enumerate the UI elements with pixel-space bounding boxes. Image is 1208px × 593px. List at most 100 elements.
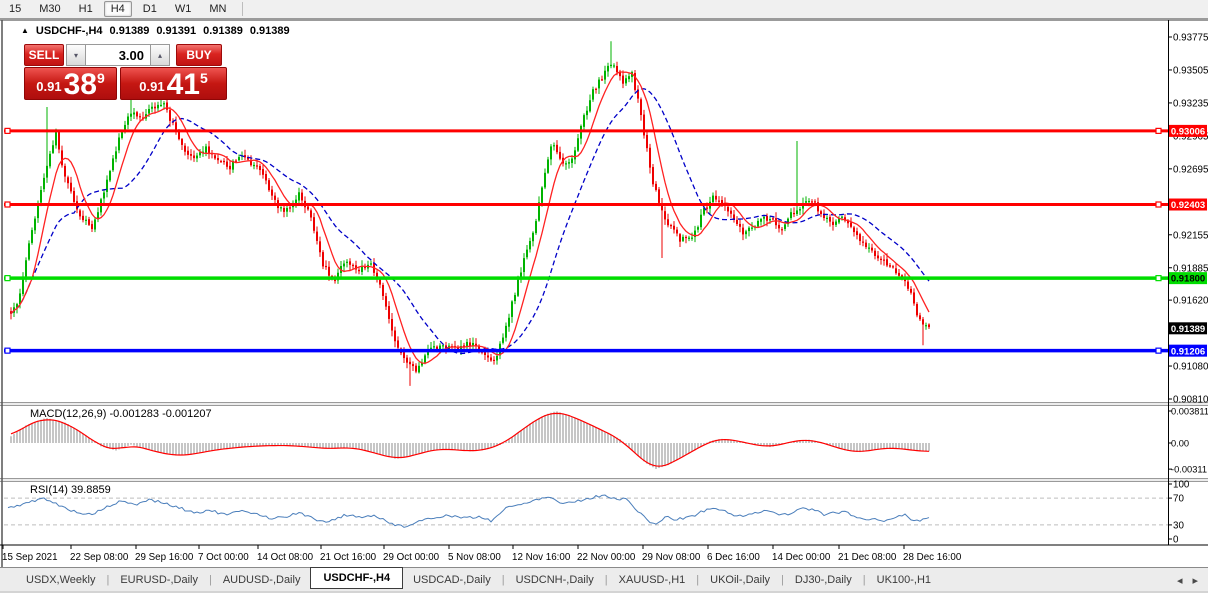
line-handle[interactable] [4,347,11,354]
timeframe-toolbar: 15 M30 H1 H4 D1 W1 MN [0,0,1208,20]
macd-axis-label: -0.00311 [1171,465,1207,475]
rsi-axis-label: 100 [1173,480,1190,491]
chart-background [0,20,1208,567]
tab-usdcnh-daily[interactable]: USDCNH-,Daily [506,571,604,589]
time-axis-label: 28 Dec 16:00 [903,552,962,563]
line-handle[interactable] [1155,127,1162,134]
triangle-down-icon: ▾ [73,50,78,60]
buy-price-big: 41 [166,68,200,101]
toolbar-separator [242,2,244,16]
close-value: 0.91389 [249,25,290,37]
timeframe-d1[interactable]: D1 [136,1,164,17]
volume-increase-button[interactable]: ▴ [150,44,170,66]
rsi-axis-label: 30 [1173,520,1184,531]
time-axis-label: 6 Dec 16:00 [707,552,760,563]
time-axis-label: 29 Sep 16:00 [135,552,194,563]
tab-separator: | [106,573,110,586]
tab-audusd-daily[interactable]: AUDUSD-,Daily [213,571,311,589]
time-axis-label: 14 Dec 00:00 [772,552,831,563]
symbol-period-label: USDCHF-,H4 [35,25,103,37]
low-value: 0.91389 [203,25,243,37]
tab-scroll-left-icon[interactable]: ◂ [1177,574,1183,587]
macd-axis-label: 0.00 [1171,439,1189,449]
volume-input[interactable] [86,44,150,66]
buy-button[interactable]: BUY [176,44,222,66]
mt4-chart-window: { "icons": {"collapse": "▲", "spin_up": … [0,0,1208,593]
tab-separator: | [501,573,505,586]
line-handle[interactable] [1155,201,1162,208]
buy-price-pip: 5 [199,70,208,86]
svg-text:0.91206: 0.91206 [1171,346,1205,357]
tab-scroll-arrows: ◂ ▸ [1177,574,1198,587]
line-handle[interactable] [4,127,11,134]
svg-text:0.91800: 0.91800 [1171,274,1205,285]
tab-ukoil-daily[interactable]: UKOil-,Daily [700,571,780,589]
timeframe-m30[interactable]: M30 [32,1,67,17]
tab-separator: | [208,573,212,586]
tab-usdcad-daily[interactable]: USDCAD-,Daily [403,571,501,589]
tab-scroll-right-icon[interactable]: ▸ [1192,574,1198,587]
timeframe-w1[interactable]: W1 [168,1,199,17]
line-handle[interactable] [1155,347,1162,354]
symbol-tabbar: USDX,Weekly | EURUSD-,Daily | AUDUSD-,Daily U… [0,567,1208,593]
sell-price-panel[interactable]: 0.91 38 9 [24,67,117,100]
tab-separator: | [604,573,608,586]
axis-price-label: 0.92695 [1173,164,1208,175]
rsi-axis-label: 70 [1173,494,1184,505]
time-axis-label: 29 Oct 00:00 [383,552,440,563]
line-handle[interactable] [1155,275,1162,282]
axis-price-label: 0.93505 [1173,65,1208,76]
timeframe-h4[interactable]: H4 [103,1,132,17]
sell-price-big: 38 [63,68,97,101]
level-price-label: 0.93006 [1169,124,1207,137]
axis-price-label: 0.93235 [1173,98,1208,109]
sell-price-pip: 9 [96,70,105,86]
current-price-label: 0.91389 [1169,322,1207,335]
tab-usdx-weekly[interactable]: USDX,Weekly [16,571,105,589]
timeframe-15[interactable]: 15 [2,1,28,17]
axis-price-label: 0.90810 [1173,395,1208,406]
collapse-icon[interactable]: ▲ [21,26,29,36]
tab-uk100-h1[interactable]: UK100-,H1 [867,571,941,589]
level-price-label: 0.91800 [1169,272,1207,285]
time-axis-label: 22 Sep 08:00 [70,552,129,563]
tab-xauusd-h1[interactable]: XAUUSD-,H1 [609,571,696,589]
tab-dj30-daily[interactable]: DJ30-,Daily [785,571,862,589]
axis-price-label: 0.91080 [1173,362,1208,373]
tab-separator: | [862,573,866,586]
svg-text:0.91389: 0.91389 [1171,324,1205,335]
time-axis-label: 5 Nov 08:00 [448,552,501,563]
open-value: 0.91389 [109,25,150,37]
axis-price-label: 0.91620 [1173,296,1208,307]
price-chart[interactable]: 0.937750.935050.932350.929650.926950.921… [0,20,1208,567]
high-value: 0.91391 [156,25,197,37]
sell-price-prefix: 0.91 [36,79,62,94]
time-axis-label: 22 Nov 00:00 [577,552,636,563]
time-axis-label: 15 Sep 2021 [2,552,58,563]
time-axis-label: 14 Oct 08:00 [257,552,314,563]
rsi-axis-label: 0 [1173,535,1179,546]
timeframe-h1[interactable]: H1 [72,1,100,17]
time-axis-label: 21 Dec 08:00 [838,552,897,563]
macd-indicator-label: MACD(12,26,9) -0.001283 -0.001207 [30,408,212,420]
tab-separator: | [781,573,784,586]
tab-eurusd-daily[interactable]: EURUSD-,Daily [110,571,208,589]
axis-price-label: 0.92155 [1173,230,1208,241]
time-axis-label: 12 Nov 16:00 [512,552,571,563]
line-handle[interactable] [4,201,11,208]
buy-price-panel[interactable]: 0.91 41 5 [120,67,227,100]
volume-decrease-button[interactable]: ▾ [66,44,86,66]
svg-text:0.92403: 0.92403 [1171,200,1205,211]
level-price-label: 0.91206 [1169,344,1207,357]
one-click-trade-widget: SELL ▾ ▴ BUY 0.91 38 9 0.91 41 5 [24,44,227,100]
sell-button[interactable]: SELL [24,44,64,66]
timeframe-mn[interactable]: MN [202,1,233,17]
axis-price-label: 0.93775 [1173,33,1208,44]
tab-usdchf-h4[interactable]: USDCHF-,H4 [310,567,404,589]
svg-text:0.93006: 0.93006 [1171,126,1205,137]
tab-separator: | [696,573,700,586]
macd-axis-label: 0.003811 [1171,407,1208,417]
triangle-up-icon: ▴ [157,50,162,60]
buy-price-prefix: 0.91 [139,79,165,94]
line-handle[interactable] [4,275,11,282]
